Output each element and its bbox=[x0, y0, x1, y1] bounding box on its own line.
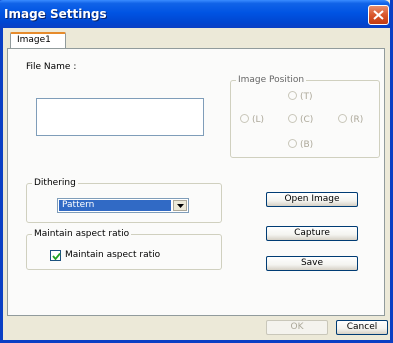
cancel-button[interactable]: Cancel bbox=[336, 320, 388, 335]
chevron-down-icon bbox=[177, 204, 184, 208]
file-name-label: File Name : bbox=[26, 62, 77, 72]
radio-icon bbox=[288, 114, 297, 123]
aspect-ratio-title: Maintain aspect ratio bbox=[32, 229, 132, 239]
radio-right-label: (R) bbox=[350, 115, 364, 125]
window-title: Image Settings bbox=[4, 7, 107, 21]
radio-bottom[interactable]: (B) bbox=[288, 139, 313, 150]
capture-button[interactable]: Capture bbox=[266, 226, 358, 241]
radio-icon bbox=[288, 139, 297, 148]
maintain-aspect-label: Maintain aspect ratio bbox=[65, 250, 161, 260]
dropdown-button[interactable] bbox=[173, 200, 187, 211]
dithering-select[interactable]: Pattern bbox=[57, 198, 189, 213]
radio-right[interactable]: (R) bbox=[338, 114, 363, 125]
tab-label: Image1 bbox=[17, 35, 51, 45]
maintain-aspect-checkbox[interactable] bbox=[50, 250, 61, 261]
dithering-selected-value: Pattern bbox=[59, 200, 171, 211]
title-bar[interactable]: Image Settings bbox=[0, 0, 390, 28]
save-button[interactable]: Save bbox=[266, 256, 358, 271]
checkmark-icon bbox=[52, 252, 61, 261]
ok-button[interactable]: OK bbox=[266, 320, 328, 335]
radio-center-label: (C) bbox=[300, 115, 314, 125]
open-image-button[interactable]: Open Image bbox=[266, 192, 358, 207]
radio-icon bbox=[338, 114, 347, 123]
radio-center[interactable]: (C) bbox=[288, 114, 313, 125]
radio-top-label: (T) bbox=[300, 92, 313, 102]
radio-bottom-label: (B) bbox=[300, 140, 314, 150]
file-name-field[interactable] bbox=[36, 98, 204, 136]
close-icon bbox=[373, 10, 384, 20]
radio-top[interactable]: (T) bbox=[288, 91, 313, 102]
close-button[interactable] bbox=[368, 5, 389, 25]
tab-image1[interactable]: Image1 bbox=[10, 32, 66, 48]
radio-icon bbox=[240, 114, 249, 123]
radio-icon bbox=[288, 91, 297, 100]
image-position-title: Image Position bbox=[236, 75, 307, 85]
dithering-title: Dithering bbox=[32, 178, 78, 188]
radio-left[interactable]: (L) bbox=[240, 114, 264, 125]
radio-left-label: (L) bbox=[252, 115, 265, 125]
